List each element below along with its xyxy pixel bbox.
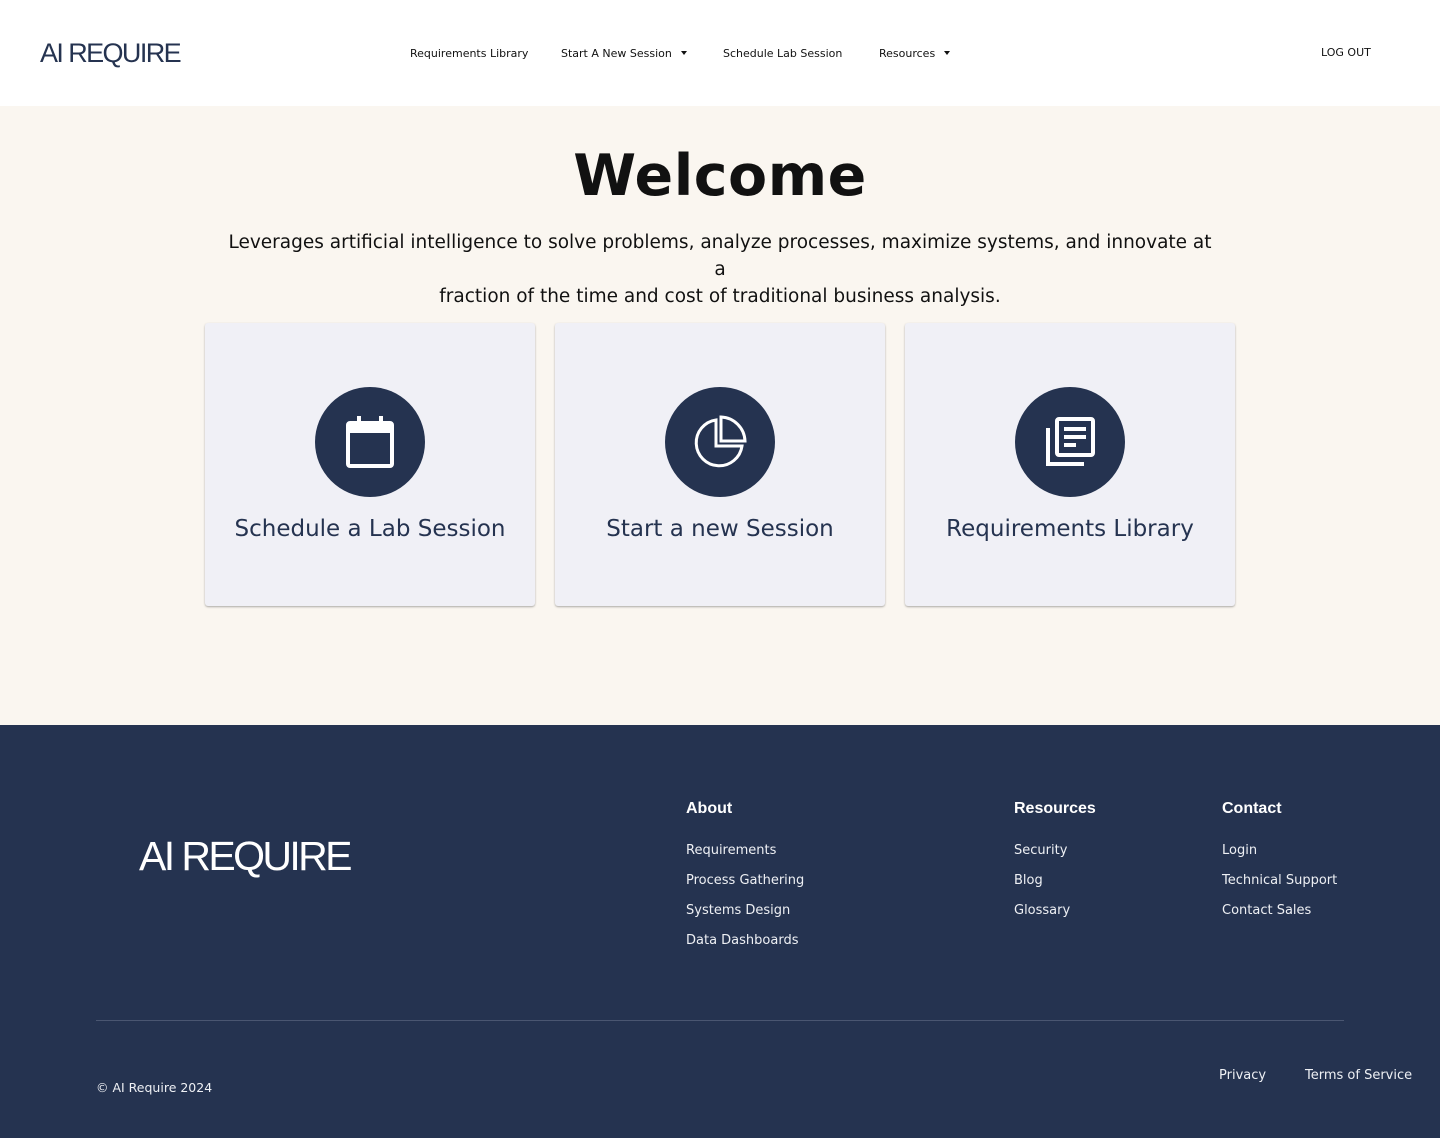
caret-down-icon [944, 51, 951, 55]
footer-link-process-gathering[interactable]: Process Gathering [686, 872, 804, 890]
footer-heading: About [686, 800, 733, 817]
nav-label: Start A New Session [561, 46, 672, 60]
caret-down-icon [680, 51, 687, 55]
footer-column-contact: Contact Login Technical Support Contact … [1222, 800, 1337, 932]
footer-link-security[interactable]: Security [1014, 842, 1096, 860]
card-icon-circle [315, 387, 425, 497]
nav-requirements-library[interactable]: Requirements Library [410, 45, 528, 61]
pie-chart-icon [694, 415, 747, 468]
footer-link-requirements[interactable]: Requirements [686, 842, 804, 860]
footer-link-systems-design[interactable]: Systems Design [686, 902, 804, 920]
footer-divider [96, 1020, 1344, 1021]
nav-label: Requirements Library [410, 46, 529, 60]
site-footer: AI REQUIRE About Requirements Process Ga… [0, 725, 1440, 1138]
card-requirements-library[interactable]: Requirements Library [905, 323, 1235, 606]
footer-column-about: About Requirements Process Gathering Sys… [686, 800, 804, 962]
footer-link-technical-support[interactable]: Technical Support [1222, 872, 1337, 890]
calendar-icon [346, 416, 394, 468]
privacy-link[interactable]: Privacy [1219, 1068, 1266, 1084]
footer-heading: Resources [1014, 800, 1096, 817]
card-icon-circle [1015, 387, 1125, 497]
card-title: Requirements Library [946, 516, 1194, 542]
site-header: AI REQUIRE Requirements Library Start A … [0, 0, 1440, 106]
footer-link-data-dashboards[interactable]: Data Dashboards [686, 932, 804, 950]
card-title: Start a new Session [606, 516, 834, 542]
subtitle-line: Leverages artificial intelligence to sol… [228, 232, 1212, 280]
nav-label: Resources [879, 46, 936, 60]
subtitle-line: fraction of the time and cost of traditi… [439, 286, 1001, 307]
card-schedule-lab-session[interactable]: Schedule a Lab Session [205, 323, 535, 606]
card-start-new-session[interactable]: Start a new Session [555, 323, 885, 606]
library-books-icon [1046, 417, 1095, 466]
footer-heading: Contact [1222, 800, 1282, 817]
nav-start-new-session[interactable]: Start A New Session [561, 45, 687, 61]
footer-logo[interactable]: AI REQUIRE [139, 831, 353, 881]
footer-link-blog[interactable]: Blog [1014, 872, 1096, 890]
copyright-text: © AI Require 2024 [96, 1080, 213, 1095]
footer-column-resources: Resources Security Blog Glossary [1014, 800, 1096, 932]
nav-label: Schedule Lab Session [723, 46, 843, 60]
nav-resources[interactable]: Resources [879, 45, 951, 61]
nav-schedule-lab-session[interactable]: Schedule Lab Session [723, 45, 842, 61]
page-title: Welcome [573, 143, 867, 209]
site-logo[interactable]: AI REQUIRE [40, 36, 182, 70]
page-subtitle: Leverages artificial intelligence to sol… [220, 229, 1220, 310]
footer-link-glossary[interactable]: Glossary [1014, 902, 1096, 920]
terms-of-service-link[interactable]: Terms of Service [1305, 1068, 1412, 1084]
card-icon-circle [665, 387, 775, 497]
card-title: Schedule a Lab Session [234, 516, 506, 542]
footer-link-login[interactable]: Login [1222, 842, 1337, 860]
footer-link-contact-sales[interactable]: Contact Sales [1222, 902, 1337, 920]
logout-button[interactable]: LOG OUT [1321, 45, 1371, 61]
